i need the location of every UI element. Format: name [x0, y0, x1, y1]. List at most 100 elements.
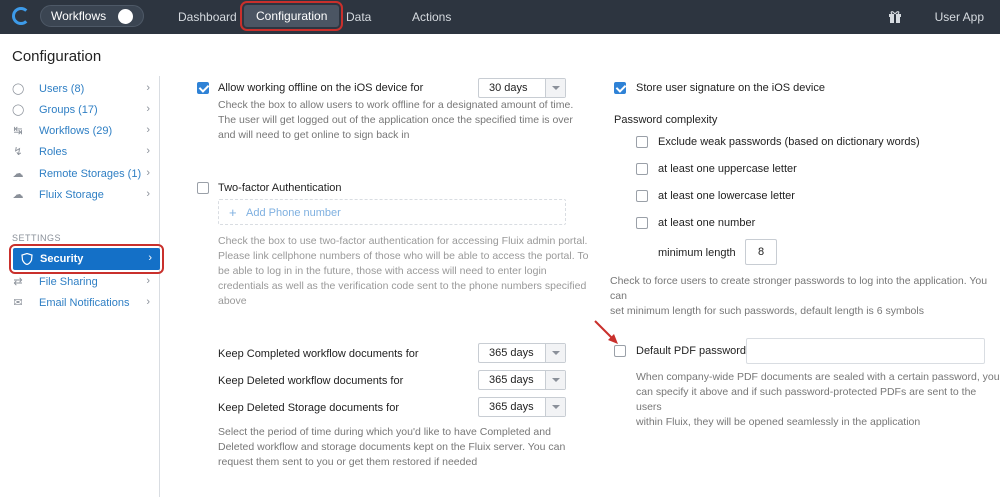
sidebar-item-label: Roles	[39, 146, 68, 158]
uppercase-label: at least one uppercase letter	[658, 163, 797, 175]
user-icon: ◯	[12, 83, 25, 95]
sidebar-item-groups[interactable]: ◯ Groups (17) ›	[12, 102, 154, 120]
sidebar-item-count: (8)	[70, 83, 85, 95]
keep-deleted-select[interactable]: 365 days	[478, 370, 566, 390]
add-phone-button[interactable]: + Add Phone number	[218, 199, 566, 225]
pdf-desc-line: When company-wide PDF documents are seal…	[636, 371, 1000, 383]
add-phone-label: Add Phone number	[246, 207, 341, 219]
sidebar-item-workflows[interactable]: ↹ Workflows (29) ›	[12, 123, 154, 141]
sidebar-item-label: File Sharing	[39, 276, 98, 288]
shield-icon	[21, 253, 33, 265]
password-complexity-heading: Password complexity	[614, 114, 718, 126]
nav-configuration[interactable]: Configuration	[239, 1, 344, 31]
red-arrow-annotation	[594, 320, 618, 344]
chevron-down-icon	[545, 371, 565, 389]
twofa-desc-line: above	[218, 295, 247, 307]
signature-label: Store user signature on the iOS device	[636, 82, 825, 94]
twofa-label: Two-factor Authentication	[218, 182, 342, 194]
group-icon: ◯	[12, 104, 25, 116]
chevron-down-icon	[545, 344, 565, 362]
pdf-password-checkbox[interactable]	[614, 345, 626, 357]
offline-desc-line: Check the box to allow users to work off…	[218, 99, 574, 111]
sidebar-item-users[interactable]: ◯ Users (8) ›	[12, 81, 154, 99]
offline-desc-line: and will need to get online to sign back…	[218, 129, 410, 141]
signature-checkbox[interactable]	[614, 82, 626, 94]
exclude-weak-label: Exclude weak passwords (based on diction…	[658, 136, 920, 148]
sidebar-item-fluix-storage[interactable]: ☁ Fluix Storage ›	[12, 187, 154, 205]
sidebar-item-label: Groups	[39, 104, 76, 116]
number-checkbox[interactable]	[636, 217, 648, 229]
workflow-icon: ↹	[13, 125, 23, 137]
pdf-password-input[interactable]	[746, 338, 985, 364]
gift-icon[interactable]	[888, 9, 902, 23]
keep-desc-line: Deleted workflow and storage documents k…	[218, 441, 566, 453]
chevron-right-icon: ›	[148, 252, 152, 264]
lowercase-label: at least one lowercase letter	[658, 190, 795, 202]
pdf-password-label: Default PDF password	[636, 345, 747, 357]
sidebar-item-label: Workflows	[39, 125, 90, 137]
twofa-desc-line: Please link cellphone numbers of those w…	[218, 250, 589, 262]
toggle-knob[interactable]	[118, 9, 133, 24]
nav-actions[interactable]: Actions	[412, 0, 451, 34]
keep-storage-label: Keep Deleted Storage documents for	[218, 402, 400, 414]
chevron-right-icon: ›	[146, 188, 150, 200]
sidebar-item-count: (17)	[78, 104, 98, 116]
workflows-toggle-label: Workflows	[51, 9, 107, 23]
complexity-desc-line: Check to force users to create stronger …	[610, 275, 988, 302]
offline-checkbox[interactable]	[197, 82, 209, 94]
nav-data[interactable]: Data	[346, 0, 371, 34]
select-value: 30 days	[489, 82, 528, 94]
complexity-desc-line: set minimum length for such passwords, d…	[610, 305, 924, 317]
cloud-icon: ☁	[12, 168, 24, 180]
lightning-icon: ↯	[13, 146, 23, 158]
uppercase-checkbox[interactable]	[636, 163, 648, 175]
sidebar-item-label: Remote Storages	[39, 168, 125, 180]
offline-days-select[interactable]: 30 days	[478, 78, 566, 98]
pdf-desc-line: within Fluix, they will be opened seamle…	[636, 416, 921, 428]
select-value: 365 days	[489, 374, 534, 386]
sidebar-item-remote-storages[interactable]: ☁ Remote Storages (1) ›	[12, 166, 154, 184]
twofa-desc-line: Check the box to use two-factor authenti…	[218, 235, 588, 247]
chevron-down-icon	[545, 398, 565, 416]
sidebar-item-count: (29)	[92, 125, 113, 137]
lowercase-checkbox[interactable]	[636, 190, 648, 202]
min-length-label: minimum length	[658, 247, 736, 259]
offline-desc-line: The user will get logged out of the appl…	[218, 114, 573, 126]
chevron-right-icon: ›	[146, 145, 150, 157]
keep-completed-label: Keep Completed workflow documents for	[218, 348, 419, 360]
chevron-right-icon: ›	[146, 82, 150, 94]
sidebar-item-security[interactable]: Security ›	[9, 244, 164, 274]
twofa-checkbox[interactable]	[197, 182, 209, 194]
keep-storage-select[interactable]: 365 days	[478, 397, 566, 417]
sidebar-item-label: Security	[40, 253, 84, 265]
chevron-right-icon: ›	[146, 296, 150, 308]
keep-deleted-label: Keep Deleted workflow documents for	[218, 375, 404, 387]
sidebar-item-file-sharing[interactable]: ⇄ File Sharing ›	[12, 274, 154, 292]
plus-icon: +	[229, 205, 237, 220]
chevron-right-icon: ›	[146, 103, 150, 115]
sidebar-item-email-notifications[interactable]: ✉ Email Notifications ›	[12, 295, 154, 313]
sidebar-item-label: Email Notifications	[39, 297, 130, 309]
user-menu[interactable]: User App	[935, 0, 984, 34]
select-value: 365 days	[489, 401, 534, 413]
select-value: 365 days	[489, 347, 534, 359]
min-length-input[interactable]: 8	[745, 239, 777, 265]
cloud-icon: ☁	[12, 189, 24, 201]
offline-label: Allow working offline on the iOS device …	[218, 82, 424, 94]
sidebar-item-roles[interactable]: ↯ Roles ›	[12, 144, 154, 162]
app-logo[interactable]	[12, 7, 30, 25]
workflows-toggle[interactable]: Workflows	[40, 5, 144, 27]
settings-section-label: SETTINGS	[12, 233, 62, 243]
share-icon: ⇄	[13, 276, 23, 288]
exclude-weak-checkbox[interactable]	[636, 136, 648, 148]
chevron-right-icon: ›	[146, 167, 150, 179]
top-bar: Workflows Dashboard Configuration Data A…	[0, 0, 1000, 34]
chevron-right-icon: ›	[146, 275, 150, 287]
page-title: Configuration	[12, 48, 102, 65]
sidebar-item-count: (1)	[127, 168, 142, 180]
sidebar-item-label: Fluix Storage	[39, 189, 104, 201]
nav-dashboard[interactable]: Dashboard	[178, 0, 237, 34]
number-label: at least one number	[658, 217, 756, 229]
keep-completed-select[interactable]: 365 days	[478, 343, 566, 363]
pdf-desc-line: can specify it above and if such passwor…	[636, 386, 977, 413]
